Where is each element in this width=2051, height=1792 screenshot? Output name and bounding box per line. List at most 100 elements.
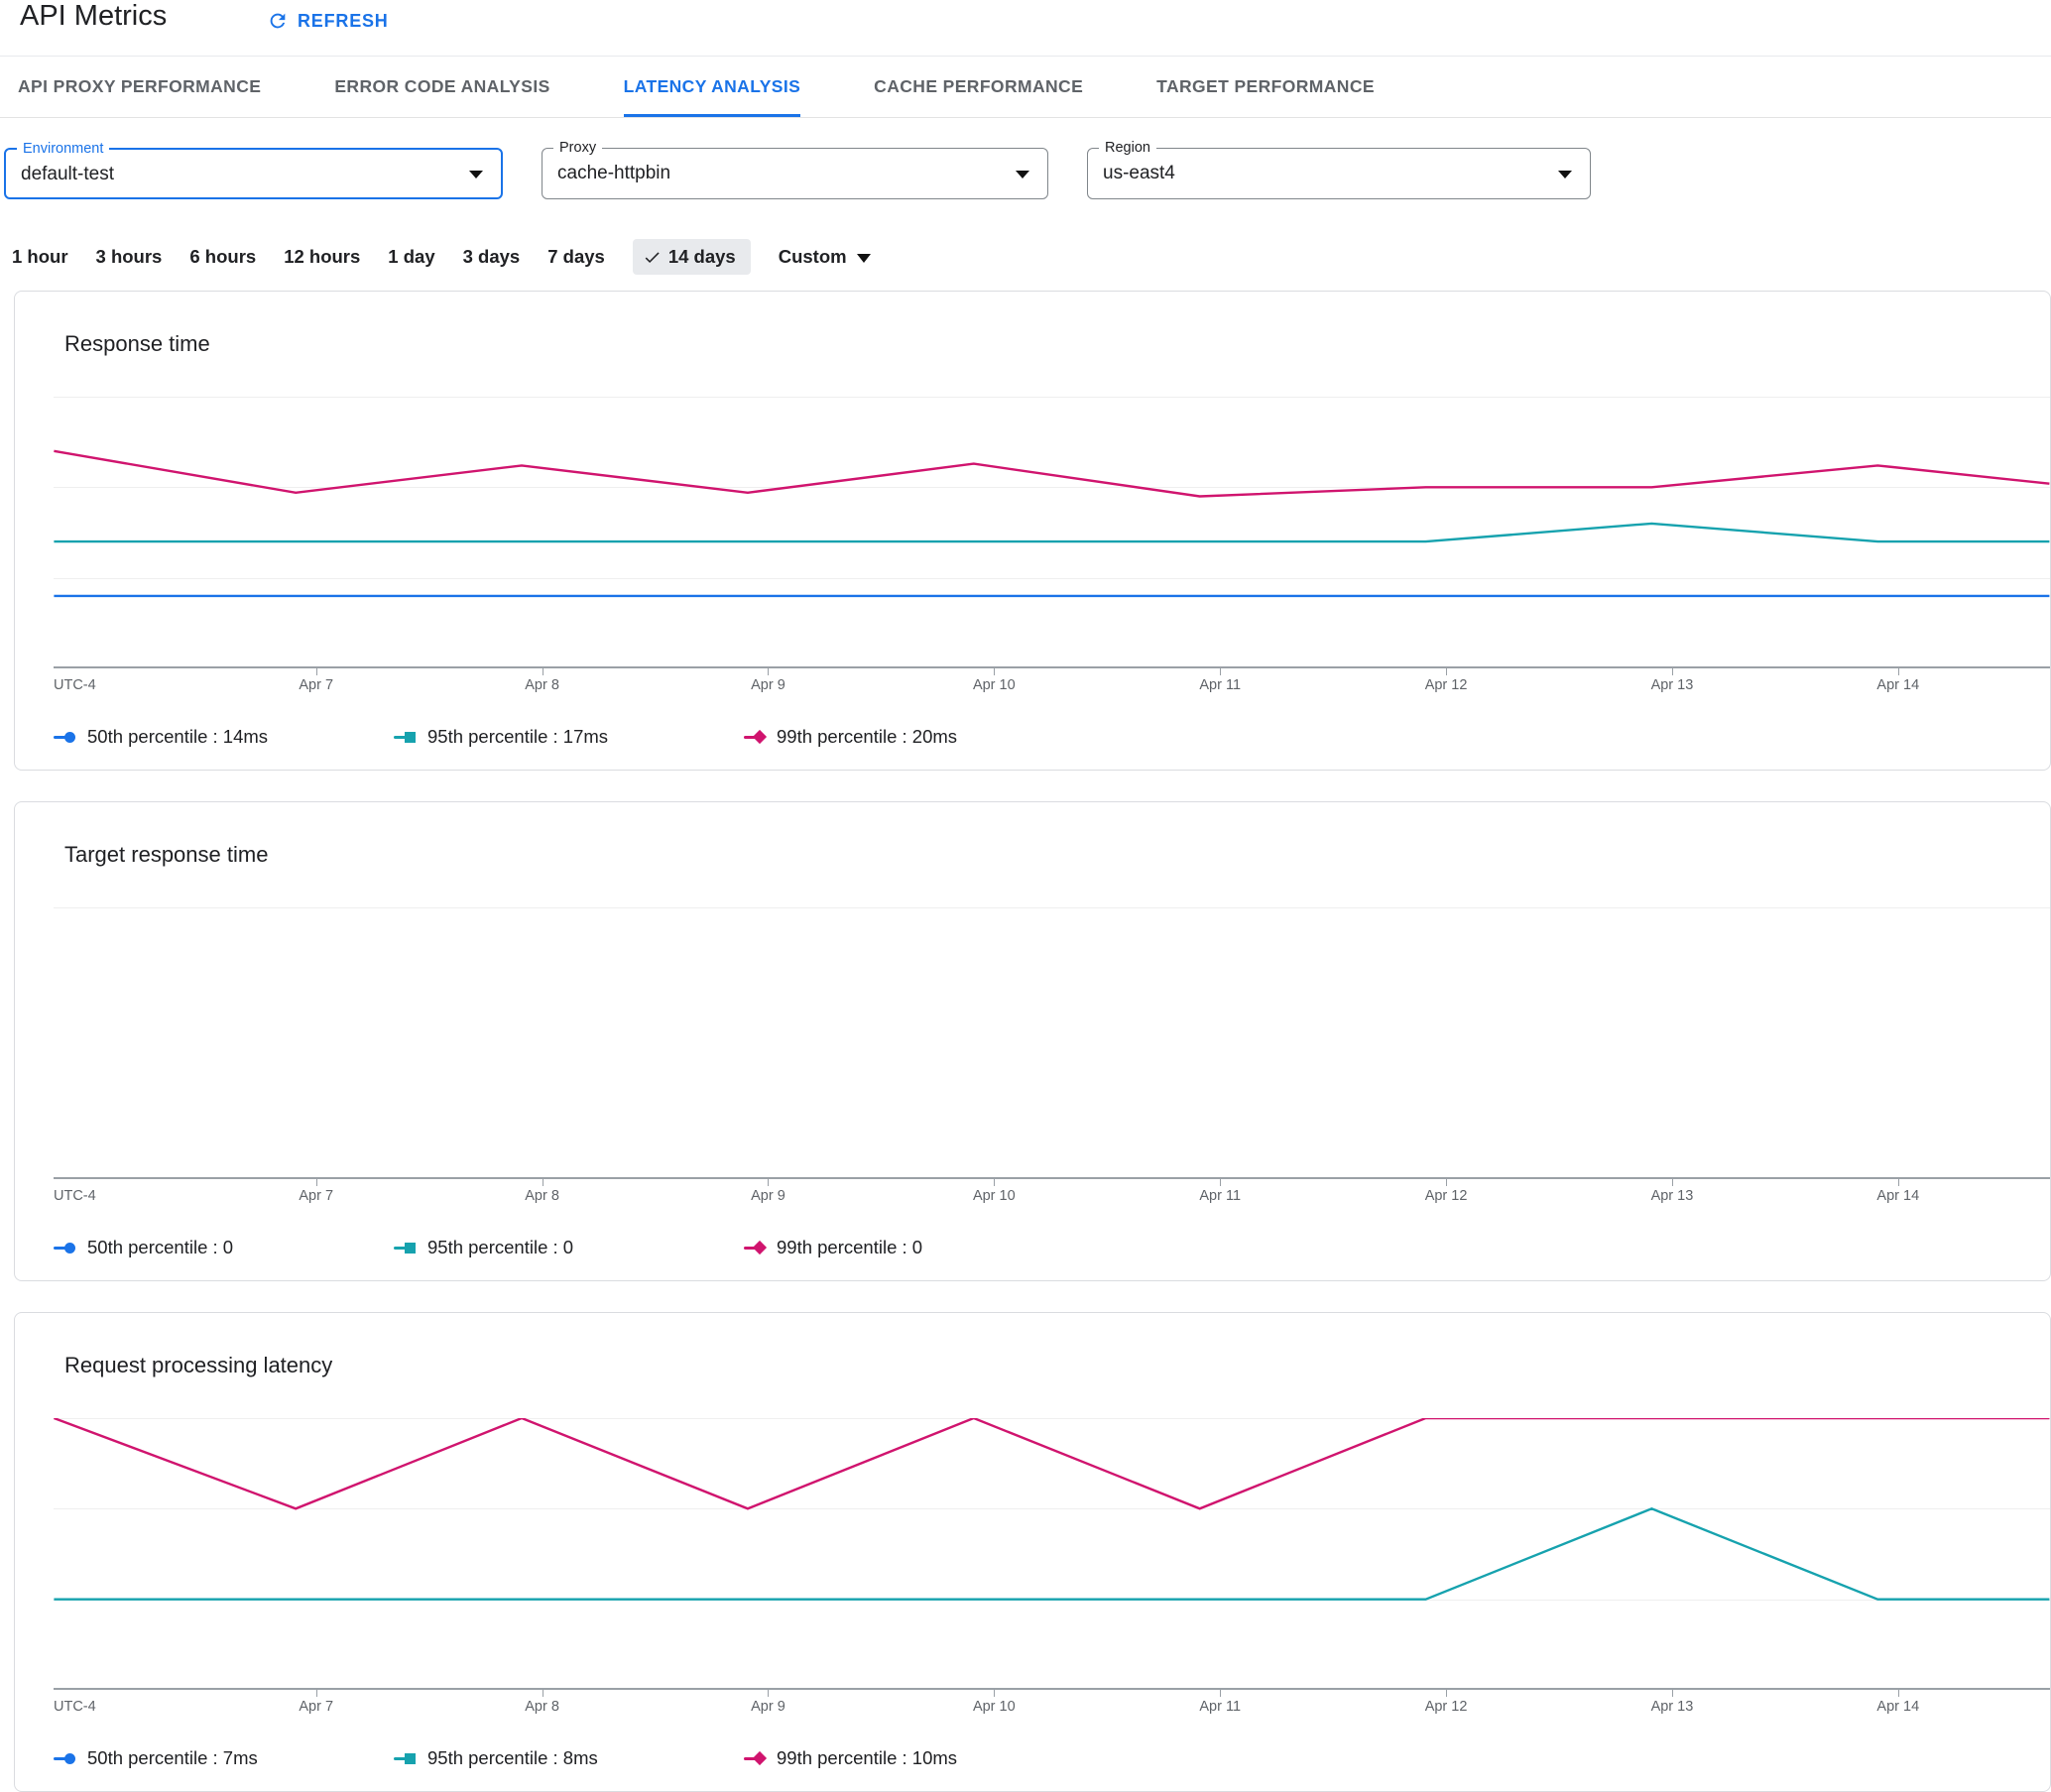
x-axis-timezone-label: UTC-4: [54, 1188, 96, 1204]
api-metrics-page: API Metrics REFRESH API PROXY PERFORMANC…: [0, 0, 2051, 1792]
chart-lines: [54, 907, 2050, 1179]
chart-plot-area: [54, 397, 2050, 675]
legend-label: 95th percentile : 8ms: [427, 1747, 598, 1768]
legend-shape: [64, 1242, 75, 1254]
x-axis-tick-label: Apr 10: [972, 1188, 1016, 1204]
legend-label: 99th percentile : 10ms: [777, 1747, 958, 1768]
series-line-95th-percentile: [54, 1508, 2049, 1599]
x-axis-timezone-label: UTC-4: [54, 677, 96, 693]
x-axis-tick: [315, 1179, 317, 1186]
time-range-label: 14 days: [667, 246, 736, 267]
legend-shape: [405, 731, 416, 743]
x-axis-tick: [1220, 1179, 1222, 1186]
check-icon: [643, 248, 662, 267]
legend-marker-square-icon: [394, 1242, 416, 1254]
x-axis-tick-label: Apr 12: [1424, 1699, 1468, 1715]
x-axis-tick-label: Apr 12: [1424, 1188, 1468, 1204]
filter-proxy[interactable]: Proxy cache-httpbin: [542, 140, 1048, 199]
x-axis-tick-label: Apr 8: [525, 677, 559, 693]
filter-region[interactable]: Region us-east4: [1087, 140, 1591, 199]
x-axis-tick-label: Apr 12: [1424, 677, 1468, 693]
time-range-14-days[interactable]: 14 days: [632, 239, 751, 275]
charts-area: Response time UTC-4 Apr 7 Apr 8 Apr 9 Apr 10 A…: [0, 291, 2051, 1792]
legend-shape: [405, 1242, 416, 1254]
tab-target-performance[interactable]: TARGET PERFORMANCE: [1156, 57, 1375, 117]
legend-marker-diamond-icon: [744, 1240, 768, 1255]
filter-value: us-east4: [1103, 163, 1175, 183]
chart-legend: 50th percentile : 0 95th percentile : 0 99…: [15, 1233, 2050, 1262]
x-axis-tick: [1897, 1690, 1899, 1697]
time-range-7-days[interactable]: 7 days: [547, 239, 605, 275]
tab-label: LATENCY ANALYSIS: [623, 76, 801, 96]
legend-item-50th-percentile: 50th percentile : 0: [54, 1233, 233, 1262]
x-axis-line: [54, 1177, 2050, 1179]
legend-shape: [752, 729, 768, 745]
time-range-1-day[interactable]: 1 day: [388, 239, 434, 275]
time-range-bar: 1 hour 3 hours 6 hours 12 hours 1 day 3 days 7…: [12, 239, 2051, 275]
x-axis-tick: [1446, 1690, 1448, 1697]
time-range-1-hour[interactable]: 1 hour: [12, 239, 68, 275]
time-range-6-hours[interactable]: 6 hours: [189, 239, 256, 275]
dropdown-arrow-icon: [469, 171, 483, 179]
x-axis-tick: [1897, 668, 1899, 675]
series-line-95th-percentile: [54, 524, 2049, 541]
time-range-custom[interactable]: Custom: [779, 239, 871, 275]
x-axis-tick-label: Apr 14: [1876, 1699, 1920, 1715]
x-axis-tick-label: Apr 9: [751, 677, 785, 693]
filter-value: default-test: [21, 164, 114, 184]
x-axis-tick-label: Apr 7: [299, 1699, 334, 1715]
dropdown-arrow-icon: [1558, 171, 1572, 179]
time-range-12-hours[interactable]: 12 hours: [284, 239, 360, 275]
refresh-icon: [267, 10, 289, 32]
legend-item-95th-percentile: 95th percentile : 8ms: [394, 1743, 598, 1773]
legend-label: 50th percentile : 7ms: [87, 1747, 258, 1768]
tab-bar: API PROXY PERFORMANCE ERROR CODE ANALYSIS…: [0, 56, 2051, 118]
series-line-99th-percentile: [54, 451, 2049, 497]
x-axis-tick: [768, 668, 770, 675]
legend-marker-circle-icon: [54, 731, 75, 743]
x-axis-tick: [1446, 1179, 1448, 1186]
x-axis-tick: [315, 668, 317, 675]
x-axis-tick: [994, 1690, 996, 1697]
x-axis-tick-label: Apr 10: [972, 677, 1016, 693]
chart-card-request-processing-latency: Request processing latency UTC-4 Apr 7 Apr …: [14, 1312, 2051, 1792]
legend-shape: [752, 1240, 768, 1255]
legend-item-99th-percentile: 99th percentile : 0: [744, 1233, 922, 1262]
tab-cache-performance[interactable]: CACHE PERFORMANCE: [874, 57, 1083, 117]
legend-marker-circle-icon: [54, 1242, 75, 1254]
x-axis-tick: [768, 1179, 770, 1186]
tab-label: API PROXY PERFORMANCE: [18, 76, 262, 96]
filter-value: cache-httpbin: [557, 163, 671, 183]
legend-marker-square-icon: [394, 1752, 416, 1764]
tab-label: CACHE PERFORMANCE: [874, 76, 1084, 96]
x-axis-tick: [768, 1690, 770, 1697]
x-axis-tick: [1220, 1690, 1222, 1697]
tab-error-code-analysis[interactable]: ERROR CODE ANALYSIS: [334, 57, 549, 117]
dropdown-arrow-icon: [1016, 171, 1029, 179]
tab-label: ERROR CODE ANALYSIS: [334, 76, 550, 96]
time-range-3-hours[interactable]: 3 hours: [96, 239, 163, 275]
chart-title: Response time: [64, 331, 210, 356]
tab-api-proxy-performance[interactable]: API PROXY PERFORMANCE: [18, 57, 261, 117]
chart-legend: 50th percentile : 7ms 95th percentile : 8…: [15, 1743, 2050, 1773]
filter-environment[interactable]: Environment default-test: [4, 141, 503, 199]
refresh-button[interactable]: REFRESH: [261, 6, 395, 36]
legend-label: 50th percentile : 14ms: [87, 726, 269, 747]
tab-latency-analysis[interactable]: LATENCY ANALYSIS: [623, 57, 801, 117]
x-axis-tick-label: Apr 9: [751, 1188, 785, 1204]
time-range-3-days[interactable]: 3 days: [463, 239, 521, 275]
chart-title: Target response time: [64, 842, 269, 867]
x-axis-tick-label: Apr 13: [1650, 1188, 1694, 1204]
legend-label: 99th percentile : 0: [777, 1237, 923, 1257]
x-axis-tick-label: Apr 7: [299, 677, 334, 693]
x-axis-tick: [1897, 1179, 1899, 1186]
page-title: API Metrics: [20, 0, 168, 32]
tab-label: TARGET PERFORMANCE: [1156, 76, 1375, 96]
chart-legend: 50th percentile : 14ms 95th percentile : …: [15, 722, 2050, 752]
chart-title: Request processing latency: [64, 1353, 333, 1377]
legend-item-95th-percentile: 95th percentile : 17ms: [394, 722, 608, 752]
x-axis-line: [54, 1688, 2050, 1690]
x-axis-tick: [1671, 668, 1673, 675]
filter-row: Environment default-test Proxy cache-httpbi…: [0, 140, 2051, 199]
chart-lines: [54, 1418, 2050, 1690]
